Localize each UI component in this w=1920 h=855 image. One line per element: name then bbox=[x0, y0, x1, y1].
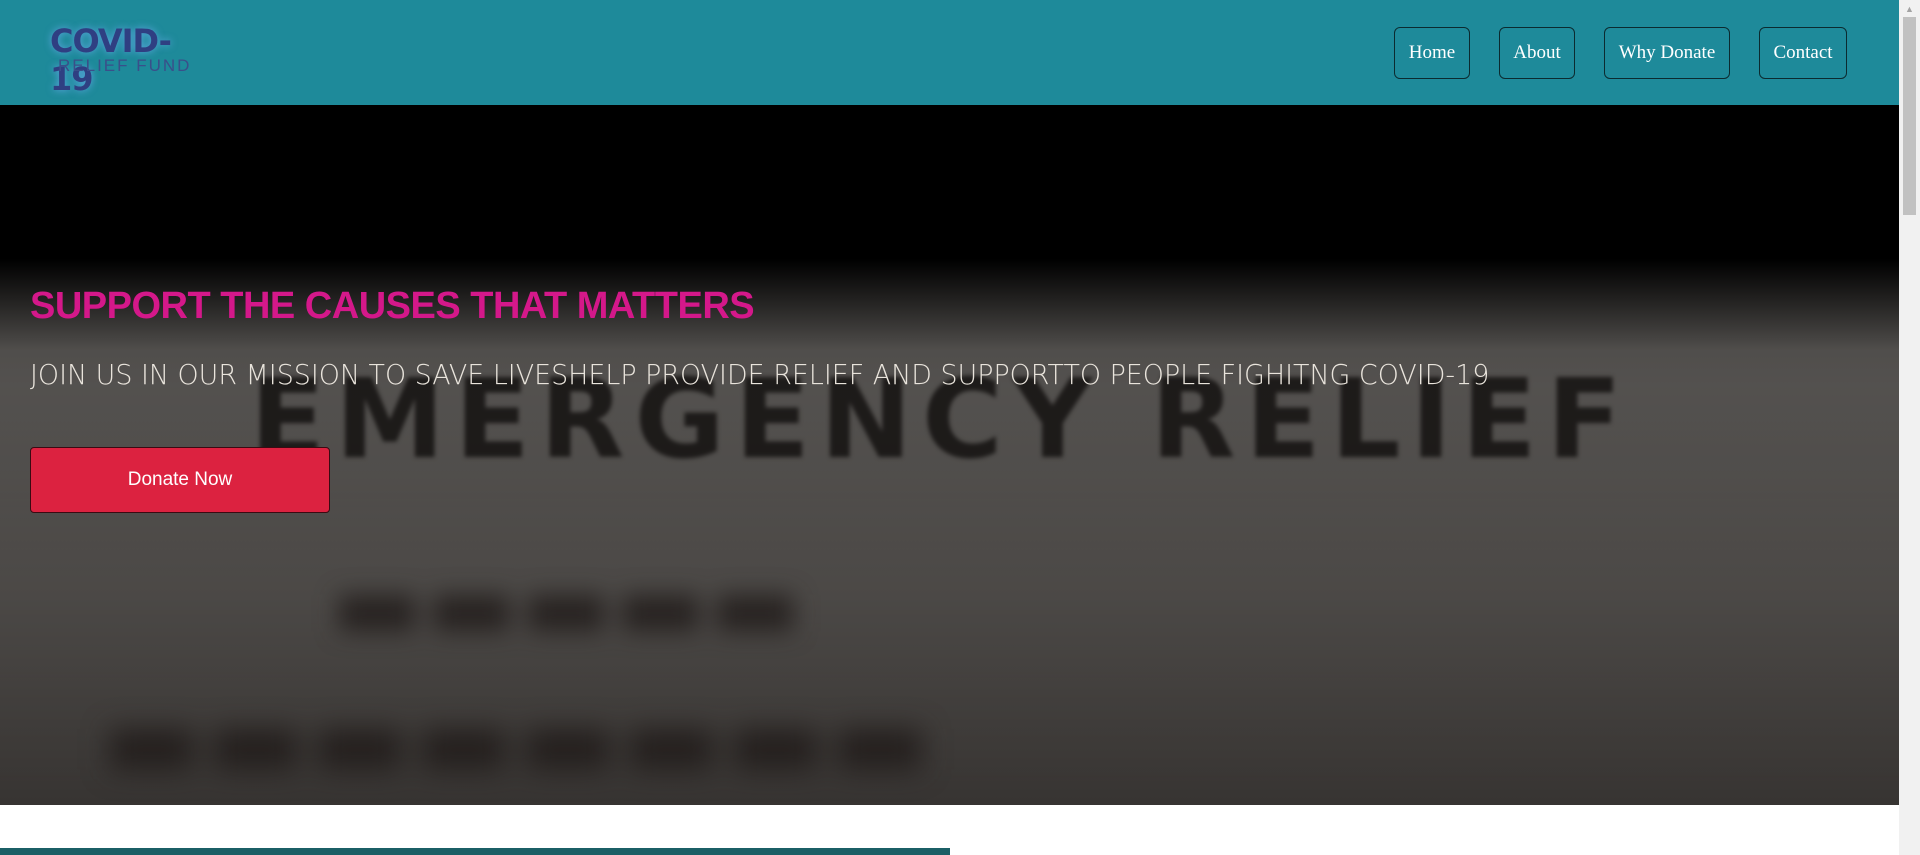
section-divider-bar bbox=[0, 848, 950, 855]
nav-contact-button[interactable]: Contact bbox=[1759, 27, 1847, 79]
main-nav: Home About Why Donate Contact bbox=[0, 27, 1899, 79]
hero-title: SUPPORT THE CAUSES THAT MATTERS bbox=[30, 285, 755, 327]
hero-background-blur: ▬▬▬▬▬▬▬▬ bbox=[100, 675, 932, 804]
donate-now-button[interactable]: Donate Now bbox=[30, 447, 330, 513]
nav-about-button[interactable]: About bbox=[1499, 27, 1575, 79]
nav-why-donate-button[interactable]: Why Donate bbox=[1604, 27, 1730, 79]
triangle-up-icon[interactable]: ▲ bbox=[1899, 0, 1920, 17]
site-header: COVID-19 RELIEF FUND Home About Why Dona… bbox=[0, 0, 1899, 105]
nav-home-button[interactable]: Home bbox=[1394, 27, 1470, 79]
hero-section: EMERGENCY RELIEF ▬▬▬▬▬ ▬▬▬▬▬▬▬▬ SUPPORT … bbox=[0, 105, 1899, 805]
page-scrollbar[interactable]: ▲ bbox=[1899, 0, 1920, 855]
hero-subtitle: JOIN US IN OUR MISSION TO SAVE LIVESHELP… bbox=[30, 358, 1490, 391]
hero-background-blur: ▬▬▬▬▬ bbox=[330, 545, 803, 663]
scrollbar-thumb[interactable] bbox=[1903, 17, 1916, 215]
